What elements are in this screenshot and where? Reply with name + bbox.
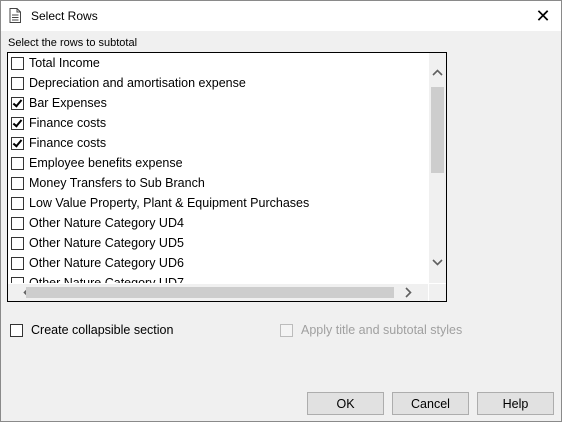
collapsible-section-label: Create collapsible section bbox=[31, 323, 174, 337]
horizontal-scrollbar[interactable] bbox=[8, 284, 428, 301]
list-item[interactable]: Money Transfers to Sub Branch bbox=[11, 173, 426, 193]
cancel-button[interactable]: Cancel bbox=[392, 392, 469, 415]
chevron-up-icon[interactable] bbox=[429, 65, 446, 82]
scrollbar-corner bbox=[429, 284, 446, 301]
list-item[interactable]: Finance costs bbox=[11, 113, 426, 133]
list-item[interactable]: Total Income bbox=[11, 53, 426, 73]
apply-styles-option: Apply title and subtotal styles bbox=[280, 323, 462, 337]
help-button[interactable]: Help bbox=[477, 392, 554, 415]
chevron-down-icon[interactable] bbox=[429, 255, 446, 272]
list-item[interactable]: Other Nature Category UD6 bbox=[11, 253, 426, 273]
apply-styles-label: Apply title and subtotal styles bbox=[301, 323, 463, 337]
row-label: Low Value Property, Plant & Equipment Pu… bbox=[29, 196, 310, 210]
row-checkbox[interactable] bbox=[11, 116, 24, 130]
row-label: Employee benefits expense bbox=[29, 156, 183, 170]
row-label: Other Nature Category UD7 bbox=[29, 276, 184, 283]
row-label: Depreciation and amortisation expense bbox=[29, 76, 246, 90]
chevron-right-icon[interactable] bbox=[400, 284, 417, 301]
row-checkbox[interactable] bbox=[11, 256, 24, 270]
collapsible-section-checkbox[interactable] bbox=[10, 323, 23, 337]
list-item[interactable]: Other Nature Category UD7 bbox=[11, 273, 426, 283]
list-item[interactable]: Low Value Property, Plant & Equipment Pu… bbox=[11, 193, 426, 213]
row-checkbox[interactable] bbox=[11, 96, 24, 110]
row-checkbox[interactable] bbox=[11, 156, 24, 170]
list-item[interactable]: Other Nature Category UD5 bbox=[11, 233, 426, 253]
row-label: Other Nature Category UD4 bbox=[29, 216, 184, 230]
row-checkbox[interactable] bbox=[11, 176, 24, 190]
vertical-scroll-thumb[interactable] bbox=[431, 87, 444, 173]
list-item[interactable]: Finance costs bbox=[11, 133, 426, 153]
close-button[interactable]: ✕ bbox=[525, 1, 561, 31]
list-item[interactable]: Depreciation and amortisation expense bbox=[11, 73, 426, 93]
title-bar: Select Rows ✕ bbox=[1, 1, 561, 31]
close-icon: ✕ bbox=[535, 5, 551, 26]
horizontal-scroll-thumb[interactable] bbox=[26, 287, 394, 298]
row-checkbox[interactable] bbox=[11, 76, 24, 90]
rows-group-label: Select the rows to subtotal bbox=[8, 37, 138, 49]
rows-listbox[interactable]: Total Income Depreciation and amortisatio… bbox=[7, 52, 447, 302]
document-icon bbox=[9, 8, 21, 23]
row-label: Bar Expenses bbox=[29, 96, 107, 110]
row-checkbox[interactable] bbox=[11, 136, 24, 150]
row-label: Finance costs bbox=[29, 136, 107, 150]
row-label: Total Income bbox=[29, 56, 100, 70]
row-checkbox[interactable] bbox=[11, 216, 24, 230]
list-item[interactable]: Other Nature Category UD4 bbox=[11, 213, 426, 233]
select-rows-dialog: Select Rows ✕ Select the rows to subtota… bbox=[0, 0, 562, 422]
row-label: Money Transfers to Sub Branch bbox=[29, 176, 205, 190]
row-label: Other Nature Category UD6 bbox=[29, 256, 184, 270]
row-checkbox[interactable] bbox=[11, 196, 24, 210]
row-label: Finance costs bbox=[29, 116, 107, 130]
window-title: Select Rows bbox=[31, 9, 98, 23]
list-item[interactable]: Bar Expenses bbox=[11, 93, 426, 113]
rows-list: Total Income Depreciation and amortisatio… bbox=[8, 53, 428, 283]
ok-button[interactable]: OK bbox=[307, 392, 384, 415]
row-checkbox[interactable] bbox=[11, 56, 24, 70]
row-label: Other Nature Category UD5 bbox=[29, 236, 184, 250]
apply-styles-checkbox bbox=[280, 323, 293, 337]
vertical-scrollbar[interactable] bbox=[429, 53, 446, 283]
row-checkbox[interactable] bbox=[11, 276, 24, 283]
collapsible-section-option[interactable]: Create collapsible section bbox=[10, 323, 173, 337]
row-checkbox[interactable] bbox=[11, 236, 24, 250]
list-item[interactable]: Employee benefits expense bbox=[11, 153, 426, 173]
